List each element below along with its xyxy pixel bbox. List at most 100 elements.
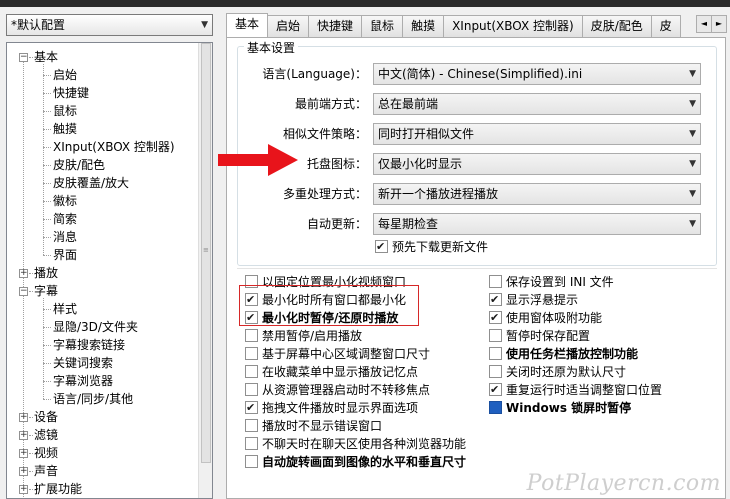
setting-dropdown[interactable]: 每星期检查 ▼ <box>373 213 701 235</box>
option-checkbox[interactable] <box>489 329 502 342</box>
tree-item[interactable]: 视频 <box>34 444 58 462</box>
tree-item[interactable]: 样式 <box>53 300 77 318</box>
tab-scroll-left-button[interactable]: ◄ <box>696 15 712 33</box>
tree-item[interactable]: 快捷键 <box>53 84 89 102</box>
tab[interactable]: 触摸 <box>402 15 445 37</box>
tree-line <box>43 129 51 130</box>
chevron-down-icon: ▼ <box>689 129 696 139</box>
option-label: 使用窗体吸附功能 <box>506 311 603 325</box>
tree-line <box>29 57 33 58</box>
tree-item[interactable]: 设备 <box>34 408 58 426</box>
option-label: Windows 锁屏时暂停 <box>506 401 632 415</box>
expand-icon[interactable]: + <box>19 449 28 458</box>
predownload-checkbox-row[interactable]: 预先下载更新文件 <box>375 238 488 256</box>
setting-dropdown[interactable]: 总在最前端 ▼ <box>373 93 701 115</box>
option-checkbox-row[interactable]: 拖拽文件播放时显示界面选项 <box>245 399 418 417</box>
expand-icon[interactable]: + <box>19 413 28 422</box>
tab[interactable]: XInput(XBOX 控制器) <box>443 15 583 37</box>
predownload-checkbox[interactable] <box>375 238 388 256</box>
tree-item[interactable]: 界面 <box>53 246 77 264</box>
option-checkbox-row[interactable]: Windows 锁屏时暂停 <box>489 399 631 417</box>
tree-item[interactable]: 鼠标 <box>53 102 77 120</box>
tree-item-label: 皮肤覆盖/放大 <box>53 176 130 190</box>
option-checkbox[interactable] <box>489 365 502 378</box>
setting-dropdown[interactable]: 同时打开相似文件 ▼ <box>373 123 701 145</box>
collapse-icon[interactable]: − <box>19 287 28 296</box>
option-checkbox-row[interactable]: 在收藏菜单中显示播放记忆点 <box>245 363 418 381</box>
option-checkbox-row[interactable]: 播放时不显示错误窗口 <box>245 417 382 435</box>
tree-item[interactable]: 徽标 <box>53 192 77 210</box>
tree-item[interactable]: 播放 <box>34 264 58 282</box>
tab[interactable]: 启始 <box>267 15 310 37</box>
option-checkbox[interactable] <box>245 347 258 360</box>
option-checkbox-row[interactable]: 自动旋转画面到图像的水平和垂直尺寸 <box>245 453 466 471</box>
option-checkbox-row[interactable]: 使用窗体吸附功能 <box>489 309 602 327</box>
tree-item[interactable]: 滤镜 <box>34 426 58 444</box>
setting-dropdown[interactable]: 中文(简体) - Chinese(Simplified).ini ▼ <box>373 63 701 85</box>
tree-item[interactable]: 字幕搜索链接 <box>53 336 125 354</box>
tree-item[interactable]: 皮肤/配色 <box>53 156 105 174</box>
tree-item[interactable]: 语言/同步/其他 <box>53 390 133 408</box>
expand-icon[interactable]: + <box>19 485 28 494</box>
option-checkbox-row[interactable]: 禁用暂停/启用播放 <box>245 327 362 345</box>
setting-dropdown[interactable]: 仅最小化时显示 ▼ <box>373 153 701 175</box>
settings-tree[interactable]: 基本 − 启始 快捷键 鼠标 触摸 XInput(XBOX 控制器) 皮肤/配色 皮肤覆盖/放大… <box>6 42 213 499</box>
tree-item[interactable]: 启始 <box>53 66 77 84</box>
tree-item[interactable]: 皮肤覆盖/放大 <box>53 174 129 192</box>
tree-item[interactable]: XInput(XBOX 控制器) <box>53 138 175 156</box>
tree-item[interactable]: 简索 <box>53 210 77 228</box>
option-checkbox[interactable] <box>245 365 258 378</box>
tab-scroll-right-button[interactable]: ► <box>711 15 727 33</box>
option-checkbox[interactable] <box>245 383 258 396</box>
tree-item[interactable]: 显隐/3D/文件夹 <box>53 318 138 336</box>
option-checkbox-row[interactable]: 暂停时保存配置 <box>489 327 590 345</box>
tab[interactable]: 鼠标 <box>361 15 404 37</box>
option-checkbox[interactable] <box>489 291 502 309</box>
option-checkbox[interactable] <box>245 399 258 417</box>
tree-line <box>43 111 51 112</box>
option-checkbox-row[interactable]: 关闭时还原为默认尺寸 <box>489 363 626 381</box>
tab[interactable]: 皮 <box>650 15 681 37</box>
tab[interactable]: 快捷键 <box>308 15 363 37</box>
tree-item[interactable]: 字幕浏览器 <box>53 372 113 390</box>
option-label: 从资源管理器启动时不转移焦点 <box>262 383 431 397</box>
option-checkbox-row[interactable]: 重复运行时适当调整窗口位置 <box>489 381 662 399</box>
tab[interactable]: 基本 <box>226 13 269 37</box>
tree-line <box>43 75 51 76</box>
expand-icon[interactable]: + <box>19 467 28 476</box>
profile-select[interactable]: *默认配置 ▼ <box>6 14 213 36</box>
collapse-icon[interactable]: − <box>19 53 28 62</box>
option-checkbox[interactable] <box>489 347 502 360</box>
option-checkbox-row[interactable]: 保存设置到 INI 文件 <box>489 273 614 291</box>
option-checkbox-row[interactable]: 使用任务栏播放控制功能 <box>489 345 638 363</box>
tree-line <box>29 435 33 436</box>
option-checkbox[interactable] <box>489 309 502 327</box>
tree-item[interactable]: 扩展功能 <box>34 480 82 498</box>
option-checkbox-row[interactable]: 显示浮悬提示 <box>489 291 578 309</box>
option-checkbox[interactable] <box>245 455 258 468</box>
option-checkbox-row[interactable]: 基于屏幕中心区域调整窗口尺寸 <box>245 345 430 363</box>
tree-item[interactable]: 字幕 <box>34 282 58 300</box>
option-checkbox[interactable] <box>489 401 502 414</box>
tree-item[interactable]: 消息 <box>53 228 77 246</box>
option-checkbox[interactable] <box>245 437 258 450</box>
option-checkbox[interactable] <box>489 381 502 399</box>
setting-dropdown[interactable]: 新开一个播放进程播放 ▼ <box>373 183 701 205</box>
tree-item[interactable]: 基本 <box>34 48 58 66</box>
tree-scrollbar[interactable]: ≡ <box>198 43 212 498</box>
tab[interactable]: 皮肤/配色 <box>581 15 652 37</box>
expand-icon[interactable]: + <box>19 269 28 278</box>
expand-icon[interactable]: + <box>19 431 28 440</box>
option-checkbox[interactable] <box>489 275 502 288</box>
option-checkbox-row[interactable]: 从资源管理器启动时不转移焦点 <box>245 381 430 399</box>
tree-item-label: 样式 <box>53 302 78 316</box>
tree-item[interactable]: 关键词搜索 <box>53 354 113 372</box>
option-checkbox[interactable] <box>245 329 258 342</box>
tree-line <box>43 201 51 202</box>
option-checkbox-row[interactable]: 不聊天时在聊天区使用各种浏览器功能 <box>245 435 466 453</box>
option-checkbox[interactable] <box>245 419 258 432</box>
option-label: 播放时不显示错误窗口 <box>262 419 383 433</box>
option-label: 禁用暂停/启用播放 <box>262 329 363 343</box>
tree-item[interactable]: 触摸 <box>53 120 77 138</box>
tree-item[interactable]: 声音 <box>34 462 58 480</box>
